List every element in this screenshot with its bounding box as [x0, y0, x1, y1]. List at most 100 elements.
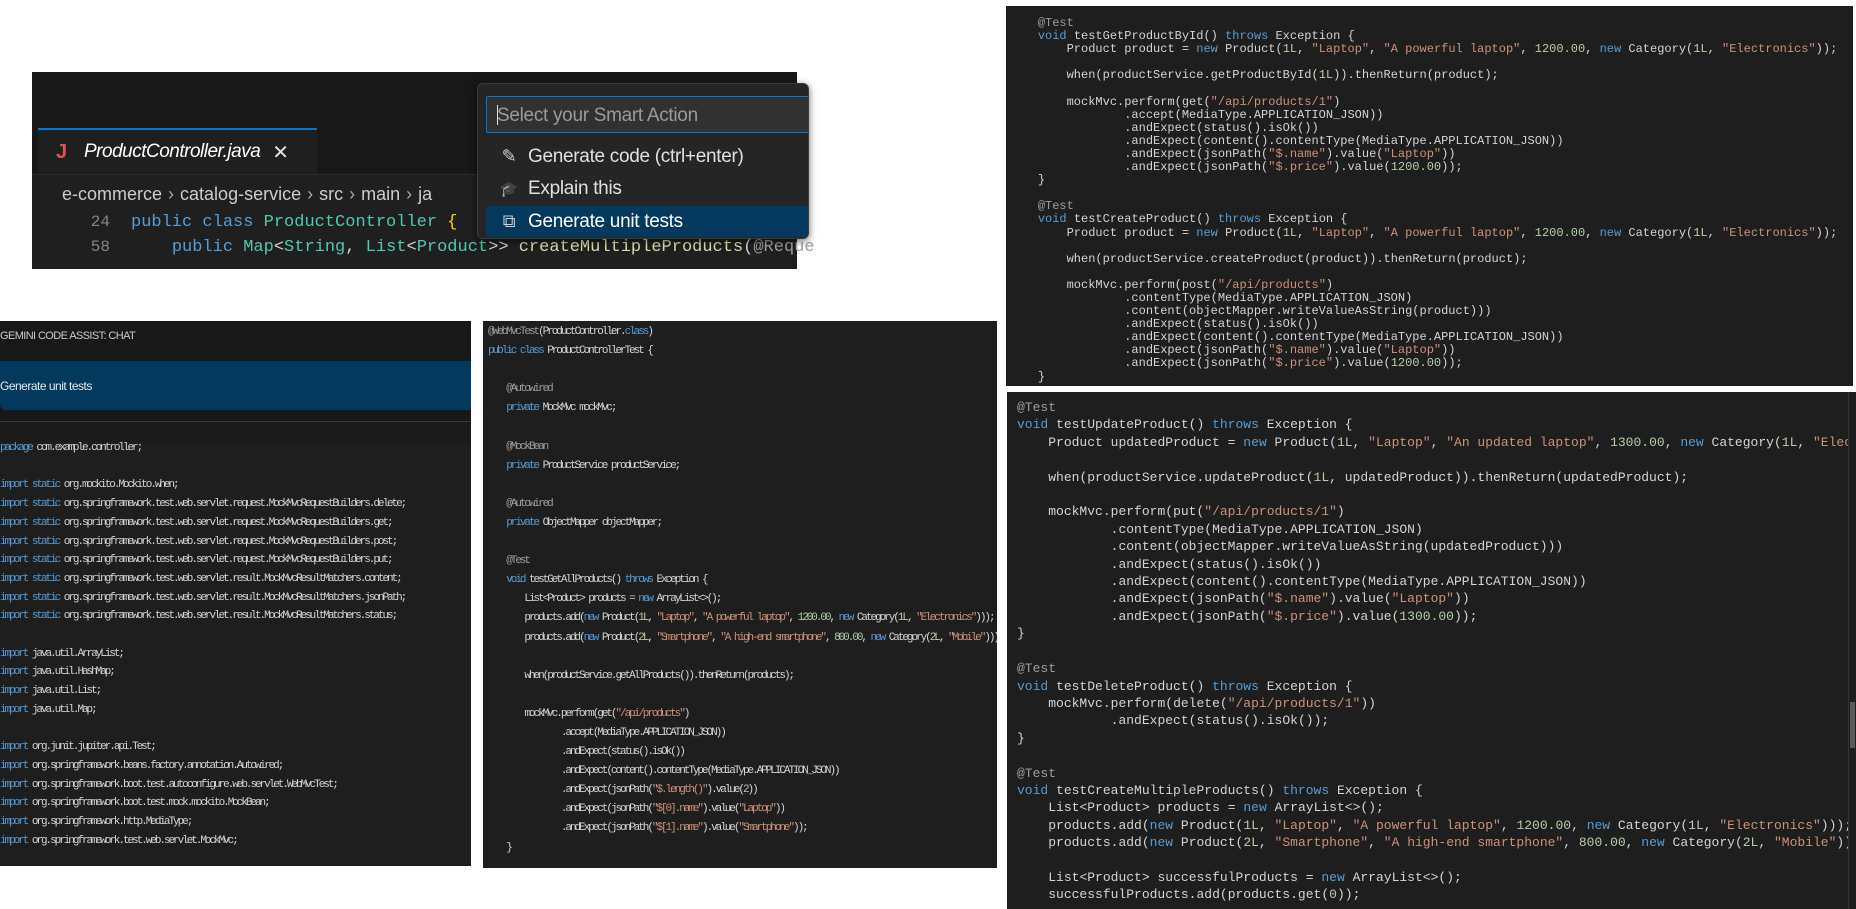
code-line: import static org.springframework.test.w… — [0, 533, 405, 552]
code-token: mockito — [81, 479, 116, 492]
code-token: http — [122, 816, 143, 829]
vertical-scrollbar[interactable] — [1848, 392, 1856, 909]
code-token: isOk — [1268, 120, 1298, 135]
menu-item-explain-this[interactable]: 🎓 Explain this — [486, 173, 808, 204]
code-token: accept — [1131, 107, 1175, 122]
tab-productcontroller-java[interactable]: J ProductController.java ✕ — [38, 128, 317, 174]
code-token: andExpect — [1131, 120, 1197, 135]
code-token: Exception — [1336, 782, 1408, 798]
code-line: .andExpect(jsonPath("$.length()").value(… — [488, 781, 997, 800]
code-line: } — [1017, 730, 1849, 747]
code-line: import java.util.HashMap; — [0, 663, 405, 682]
code-token: "$.price" — [1266, 608, 1337, 624]
code-token: factory — [150, 759, 184, 772]
code-token: MediaType — [1361, 133, 1427, 148]
code-token: when — [154, 479, 175, 492]
code-token: Test — [132, 741, 152, 754]
breadcrumb-item[interactable]: src — [319, 184, 343, 205]
code-token: class — [519, 345, 545, 358]
code-token: ; — [173, 479, 179, 492]
code-token: Mockito — [118, 479, 152, 492]
code-token: andExpect — [1118, 608, 1189, 624]
code-token: MediaType — [597, 726, 640, 739]
close-icon[interactable]: ✕ — [272, 140, 289, 164]
code-token: ( — [1354, 330, 1362, 345]
code-token: ( — [1253, 133, 1262, 148]
code-token: ( — [1095, 251, 1103, 266]
code-line: private ObjectMapper objectMapper; — [488, 514, 997, 533]
code-token: 2L — [1243, 835, 1259, 851]
breadcrumb-item[interactable]: ja — [418, 184, 432, 205]
code-token: ( — [1412, 304, 1420, 319]
code-token: request — [232, 535, 266, 548]
code-token: jsonPath — [1203, 356, 1262, 371]
breadcrumb-item[interactable]: e-commerce — [62, 184, 162, 205]
code-token: private — [506, 402, 540, 415]
code-token: WebMvcTest — [286, 778, 335, 791]
code-line: products.add(new Product(1L, "Laptop", "… — [1017, 817, 1849, 834]
code-token: ) — [1448, 146, 1456, 161]
code-token: products — [1227, 887, 1291, 903]
code-token: mockMvc — [1066, 94, 1118, 109]
scrollbar-thumb[interactable] — [1850, 702, 1855, 748]
code-token: ; — [109, 666, 115, 679]
code-token: "Laptop" — [1391, 591, 1454, 607]
code-token: ( — [1297, 713, 1306, 729]
code-token: servlet — [195, 535, 230, 548]
code-line: import org.springframework.beans.factory… — [0, 757, 405, 776]
breadcrumb-item[interactable]: catalog-service — [180, 184, 301, 205]
code-token: "/api/products" — [615, 707, 685, 720]
code-token: junit — [50, 741, 75, 754]
code-token: ( — [1383, 160, 1391, 175]
code-token: 1L — [638, 612, 649, 625]
code-token: MediaType — [145, 816, 189, 829]
code-token: ) — [1368, 800, 1377, 816]
code-token: result — [232, 572, 261, 585]
code-line: products.add(new Product(2L, "Smartphone… — [488, 629, 997, 648]
code-token: ) — [1555, 539, 1564, 555]
code-token: ) — [1454, 591, 1462, 607]
code-token: new — [1599, 225, 1622, 240]
chat-message-text: Generate unit tests — [0, 378, 92, 393]
breadcrumb-item[interactable]: main — [361, 184, 400, 205]
code-token: 2L — [1742, 835, 1759, 851]
code-token: ; — [715, 593, 722, 606]
code-token: org — [63, 535, 80, 548]
menu-item-generate-unit-tests[interactable]: ⧉ Generate unit tests — [486, 206, 808, 237]
code-token: import — [0, 778, 29, 791]
pencil-icon: ✎ — [501, 146, 517, 166]
smart-action-input[interactable] — [487, 97, 799, 134]
code-token: andExpect — [1118, 574, 1189, 590]
code-token: 1L — [1243, 817, 1259, 833]
code-token: . — [1376, 251, 1384, 266]
code-token: servlet — [163, 834, 198, 847]
code-token: web — [232, 778, 248, 791]
code-token: getProductById — [1210, 68, 1312, 83]
code-token: ( — [1354, 133, 1362, 148]
code-token: < — [1422, 869, 1431, 885]
smart-action-search[interactable] — [486, 96, 808, 134]
code-token: when — [1066, 68, 1096, 83]
code-token: 1200.00 — [1390, 160, 1442, 175]
code-token: 1L — [1313, 469, 1330, 485]
code-token: ; — [391, 535, 398, 548]
code-token: new — [1243, 800, 1267, 816]
code-token: ( — [1251, 574, 1259, 590]
code-token: void — [1017, 417, 1049, 433]
code-token: ) — [1329, 591, 1337, 607]
java-icon: J — [56, 140, 68, 163]
menu-item-generate-code[interactable]: ✎ Generate code (ctrl+enter) — [486, 141, 808, 172]
code-line: import org.springframework.boot.test.moc… — [0, 794, 405, 813]
